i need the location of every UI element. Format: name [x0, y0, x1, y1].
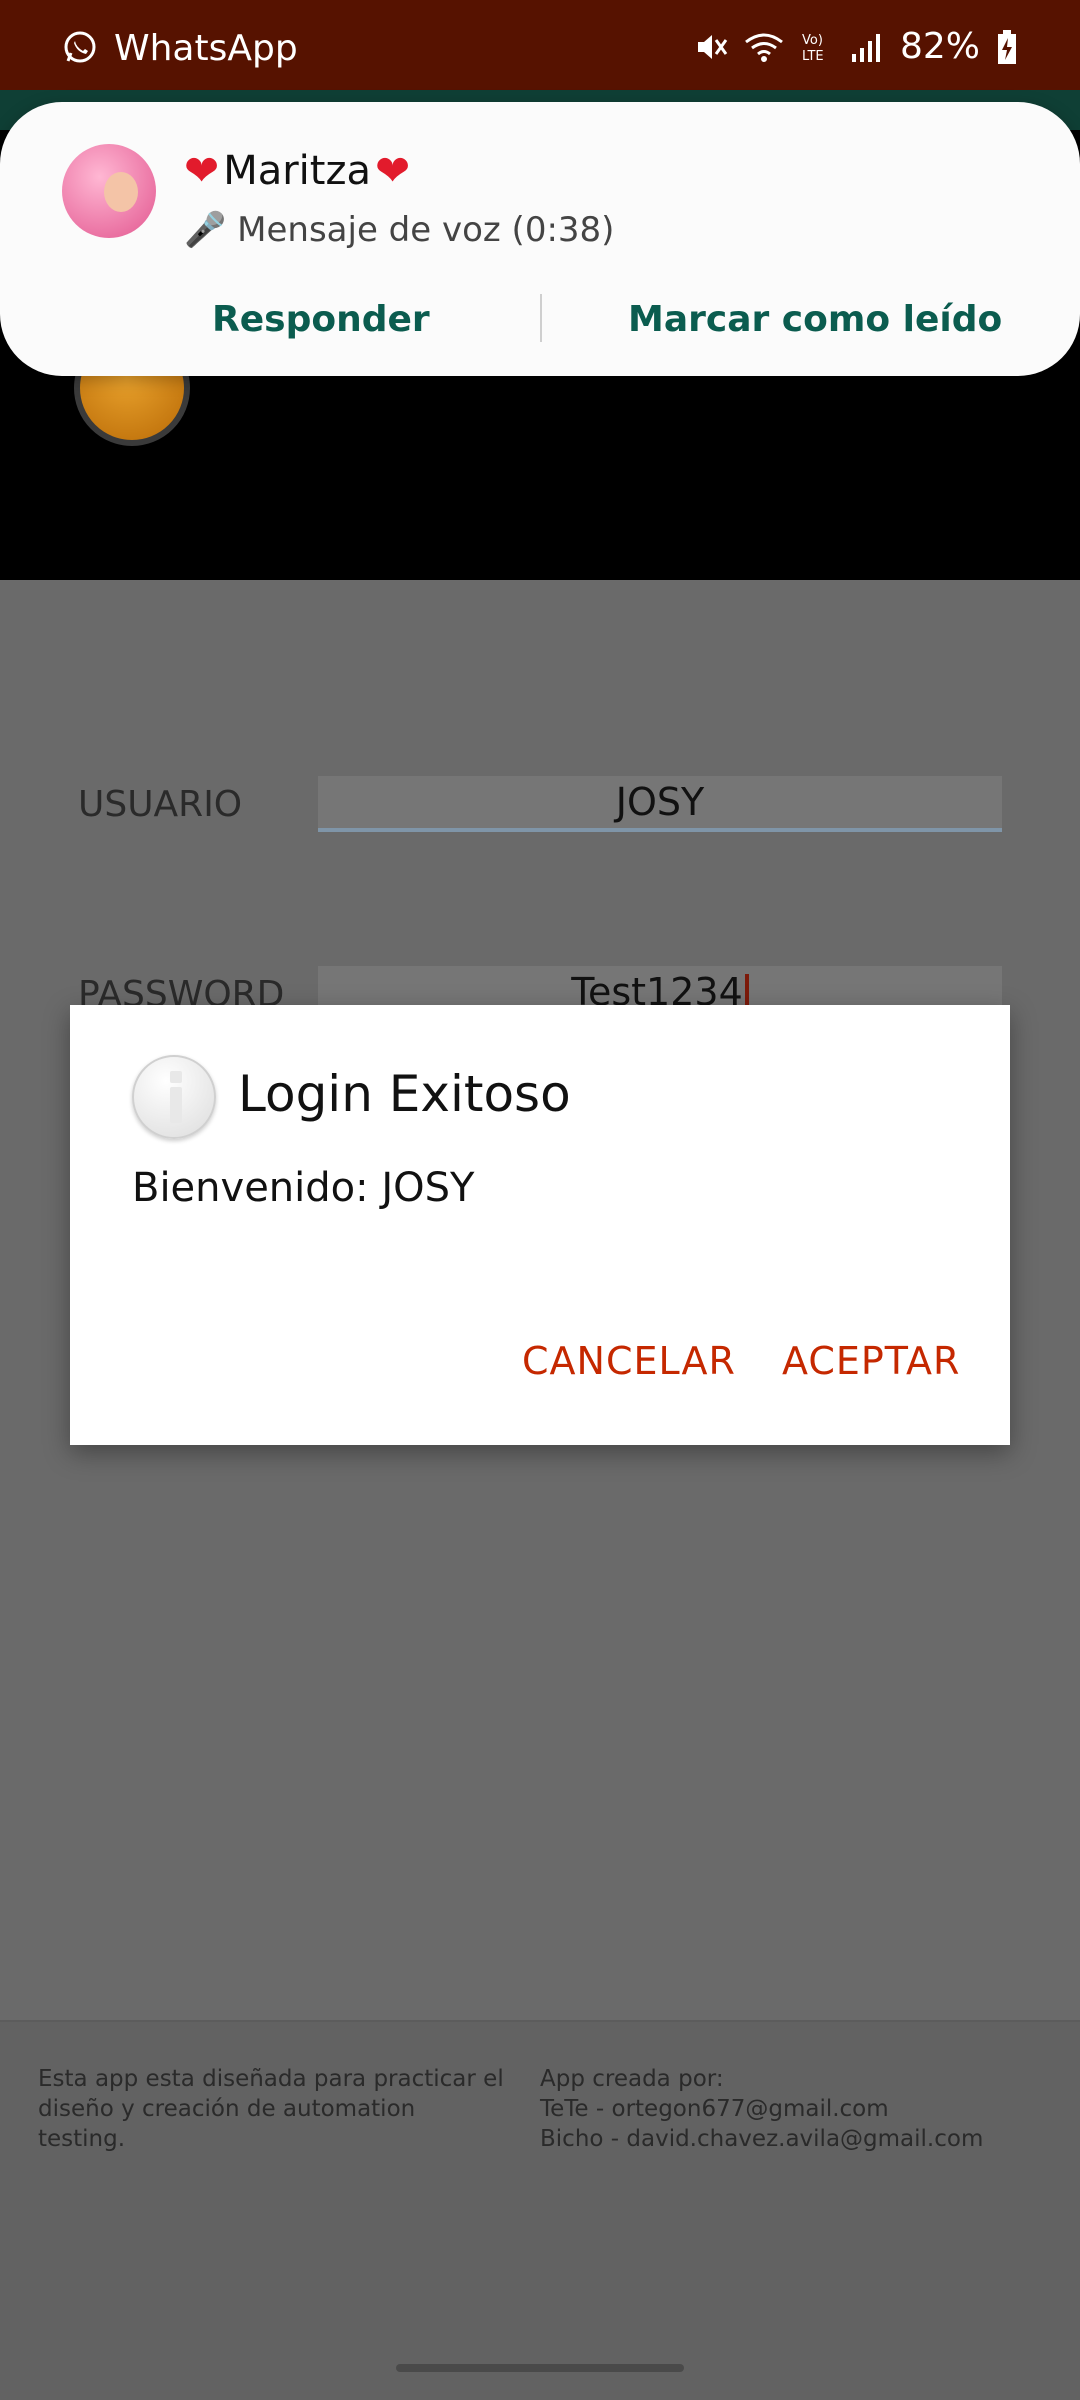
status-left: WhatsApp — [62, 28, 298, 69]
info-icon — [132, 1055, 216, 1139]
credits-title: App creada por: — [540, 2066, 724, 2092]
avatar — [62, 144, 156, 238]
info-icon-bar — [170, 1087, 182, 1123]
status-app-name: WhatsApp — [114, 28, 298, 69]
wifi-icon — [744, 30, 784, 64]
user-label: USUARIO — [78, 784, 243, 825]
mark-read-button[interactable]: Marcar como leído — [628, 288, 1002, 352]
credit-line-2: Bicho - david.chavez.avila@gmail.com — [540, 2126, 984, 2152]
accept-button[interactable]: ACEPTAR — [782, 1339, 960, 1383]
user-input[interactable]: JOSY — [318, 776, 1002, 832]
whatsapp-icon — [62, 29, 98, 69]
volte-icon: Vo) LTE — [800, 30, 834, 64]
gesture-nav-handle[interactable] — [396, 2364, 684, 2372]
battery-charging-icon — [996, 29, 1018, 65]
notification-title: ❤ Maritza ❤ — [184, 146, 410, 195]
mute-icon — [694, 30, 728, 64]
dialog-message: Bienvenido: JOSY — [132, 1165, 475, 1211]
footer: Esta app esta diseñada para practicar el… — [0, 2020, 1080, 2400]
signal-icon — [850, 30, 884, 64]
status-right: Vo) LTE 82% — [694, 26, 1018, 67]
heart-icon: ❤ — [374, 146, 411, 195]
notification-actions: Responder Marcar como leído — [0, 288, 1080, 352]
status-bar: WhatsApp Vo) LTE 82% — [0, 0, 1080, 90]
credit-line-1: TeTe - ortegon677@gmail.com — [540, 2096, 889, 2122]
svg-text:Vo): Vo) — [802, 33, 823, 48]
svg-text:LTE: LTE — [802, 49, 824, 64]
login-success-dialog: Login Exitoso Bienvenido: JOSY CANCELAR … — [70, 1005, 1010, 1445]
notification-sender: Maritza — [223, 147, 371, 194]
info-icon-dot — [170, 1071, 182, 1083]
dialog-title: Login Exitoso — [238, 1065, 571, 1123]
heart-icon: ❤ — [184, 146, 220, 195]
battery-percent: 82% — [899, 26, 980, 67]
notification-card[interactable]: ❤ Maritza ❤ 🎤 Mensaje de voz (0:38) Resp… — [0, 102, 1080, 376]
reply-button[interactable]: Responder — [212, 288, 430, 352]
divider — [540, 294, 542, 342]
footer-credits: App creada por: TeTe - ortegon677@gmail.… — [540, 2064, 1060, 2154]
cancel-button[interactable]: CANCELAR — [522, 1339, 736, 1383]
notification-message: 🎤 Mensaje de voz (0:38) — [184, 210, 615, 250]
footer-description: Esta app esta diseñada para practicar el… — [38, 2066, 504, 2152]
